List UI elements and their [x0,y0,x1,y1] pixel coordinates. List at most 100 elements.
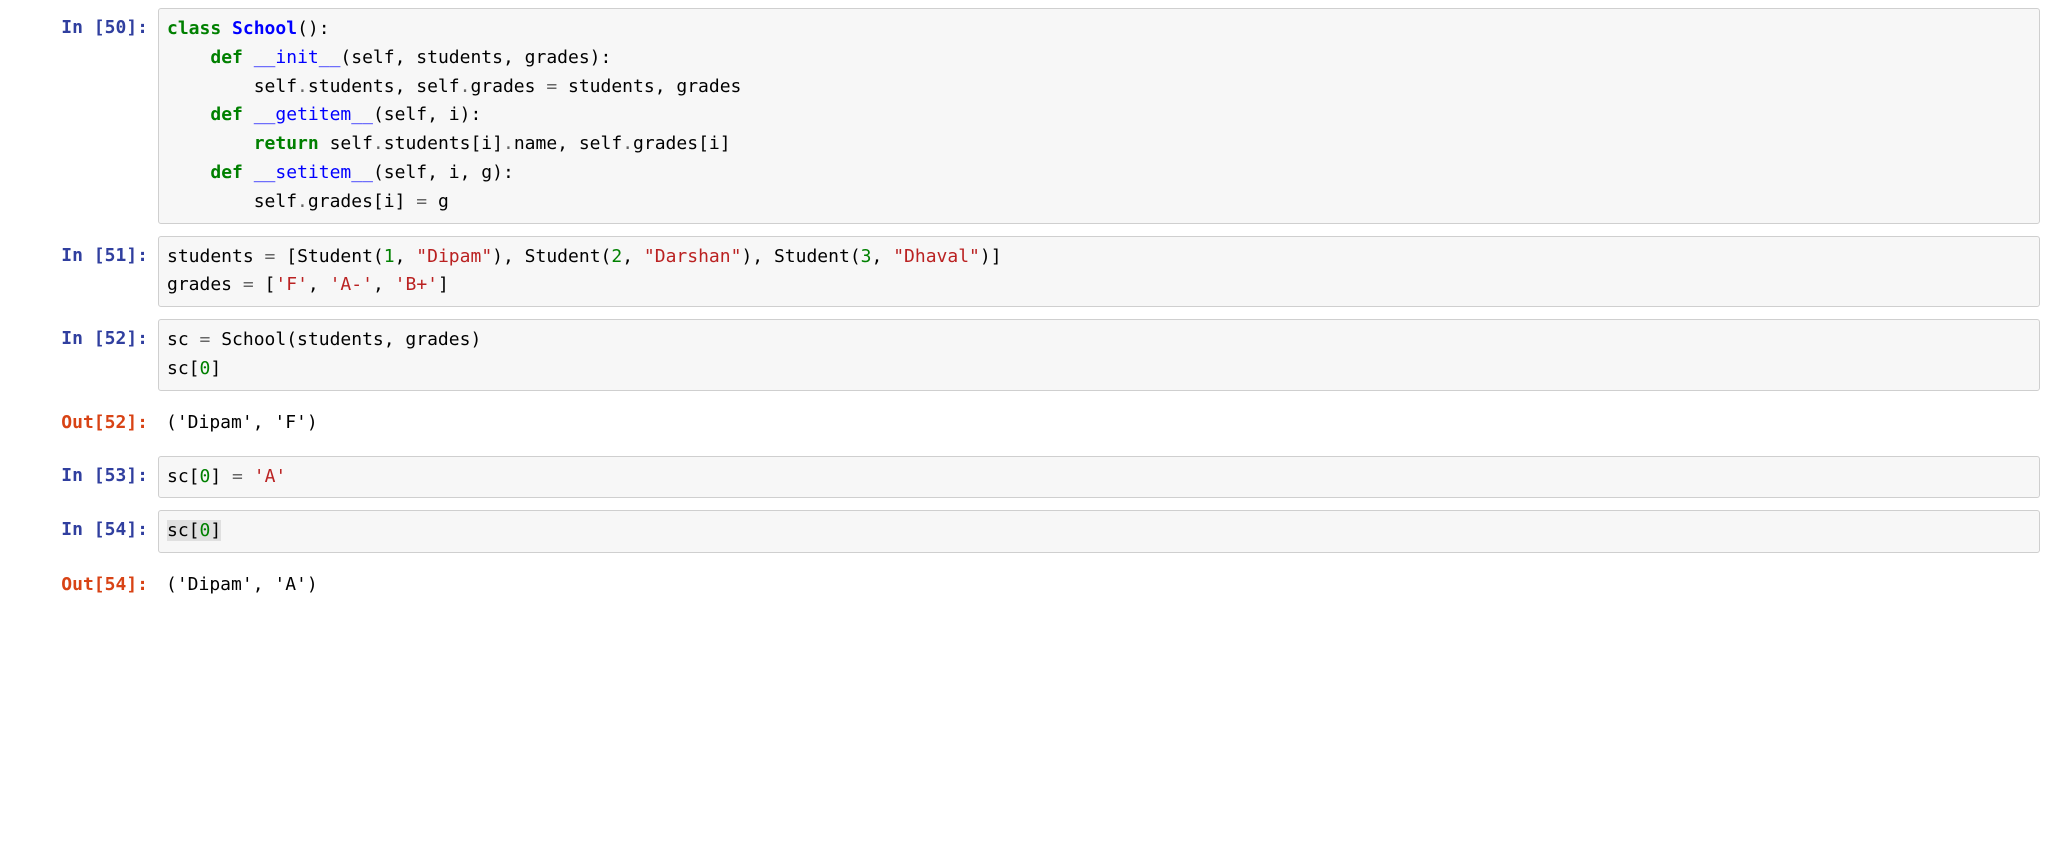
code-cell: In [53]:sc[0] = 'A' [0,456,2048,499]
code-token: sc[ [167,520,200,541]
code-token [243,466,254,487]
code-token: (self, i): [373,104,481,125]
code-input[interactable]: students = [Student(1, "Dipam"), Student… [158,236,2040,308]
input-prompt: In [52]: [8,319,158,354]
code-token [167,133,254,154]
code-token: = [416,191,427,212]
code-token: ] [210,466,232,487]
code-cell: In [52]:sc = School(students, grades) sc… [0,319,2048,391]
code-token: 0 [200,520,211,541]
code-token: 0 [200,466,211,487]
code-token: [Student( [275,246,383,267]
code-token: )] [980,246,1002,267]
code-token: students [167,246,265,267]
code-token [243,47,254,68]
code-token: g [427,191,449,212]
notebook: In [50]:class School(): def __init__(sel… [0,8,2048,606]
code-token: . [373,133,384,154]
code-token: = [232,466,243,487]
code-token: students, self [308,76,460,97]
code-input[interactable]: sc[0] [158,510,2040,553]
code-output: ('Dipam', 'A') [158,565,2040,606]
code-token: sc[ [167,358,200,379]
code-token: sc[ [167,466,200,487]
code-token: return [254,133,319,154]
code-token: . [297,76,308,97]
code-token: , [395,246,417,267]
code-token: __getitem__ [254,104,373,125]
code-input[interactable]: class School(): def __init__(self, stude… [158,8,2040,224]
code-token: 'B+' [395,274,438,295]
code-token: ] [438,274,449,295]
code-token: , [373,274,395,295]
code-token: , [872,246,894,267]
code-token: School [232,18,297,39]
code-token: ] [210,358,221,379]
code-cell: In [54]:sc[0] [0,510,2048,553]
code-token: def [210,104,243,125]
code-token: students, grades [557,76,741,97]
code-token: = [200,329,211,350]
code-token: ('Dipam', 'A') [166,574,318,595]
code-token: , [308,274,330,295]
code-token: def [210,47,243,68]
code-token: grades [470,76,546,97]
code-token: . [622,133,633,154]
code-token: . [460,76,471,97]
code-token: class [167,18,221,39]
code-token: grades [167,274,243,295]
code-token: = [265,246,276,267]
code-token: grades[i] [308,191,416,212]
code-token: 'A-' [330,274,373,295]
code-input[interactable]: sc = School(students, grades) sc[0] [158,319,2040,391]
code-token: (): [297,18,330,39]
output-prompt: Out[54]: [8,565,158,600]
output-cell: Out[54]: ('Dipam', 'A') [0,565,2048,606]
code-token: School(students, grades) [210,329,481,350]
code-token: = [546,76,557,97]
code-token: __setitem__ [254,162,373,183]
input-prompt: In [51]: [8,236,158,271]
code-input[interactable]: sc[0] = 'A' [158,456,2040,499]
code-token: ), Student( [492,246,611,267]
code-token: , [622,246,644,267]
code-token [243,162,254,183]
code-token [167,47,210,68]
code-token: __init__ [254,47,341,68]
input-prompt: In [54]: [8,510,158,545]
code-token: self [319,133,373,154]
code-token: [ [254,274,276,295]
output-prompt: Out[52]: [8,403,158,438]
code-token: ), Student( [741,246,860,267]
code-token: 2 [611,246,622,267]
input-prompt: In [53]: [8,456,158,491]
code-token [221,18,232,39]
code-token: 'F' [275,274,308,295]
code-token: grades[i] [633,133,731,154]
code-token: (self, i, g): [373,162,514,183]
code-token: self [167,76,297,97]
code-token: "Dipam" [416,246,492,267]
code-token: name, self [514,133,622,154]
code-token: . [503,133,514,154]
code-token: 0 [200,358,211,379]
input-prompt: In [50]: [8,8,158,43]
code-cell: In [51]:students = [Student(1, "Dipam"),… [0,236,2048,308]
output-cell: Out[52]: ('Dipam', 'F') [0,403,2048,444]
code-token: 'A' [254,466,287,487]
code-output: ('Dipam', 'F') [158,403,2040,444]
code-token: 3 [861,246,872,267]
code-token: ('Dipam', 'F') [166,412,318,433]
code-token: "Darshan" [644,246,742,267]
code-token: = [243,274,254,295]
code-token [167,104,210,125]
code-token: def [210,162,243,183]
code-token: students[i] [384,133,503,154]
code-token: "Dhaval" [893,246,980,267]
code-token [243,104,254,125]
code-token: (self, students, grades): [340,47,611,68]
code-token: 1 [384,246,395,267]
code-token: . [297,191,308,212]
code-token: ] [210,520,221,541]
code-token [167,162,210,183]
